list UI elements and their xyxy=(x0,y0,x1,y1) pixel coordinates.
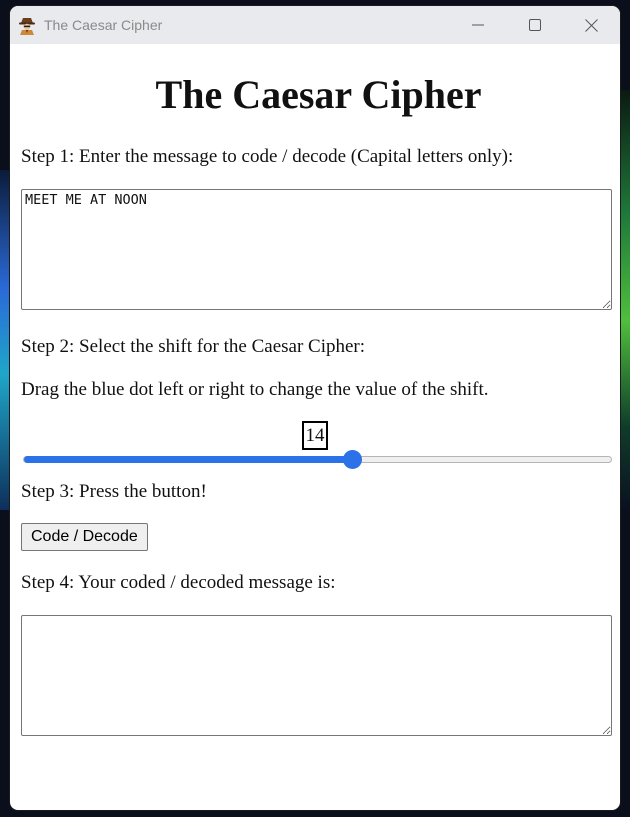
spy-icon xyxy=(16,14,38,36)
step-2-label: Step 2: Select the shift for the Caesar … xyxy=(21,336,366,357)
step-4-label: Step 4: Your coded / decoded message is: xyxy=(21,572,336,593)
app-window: The Caesar Cipher The Caesar Cipher Step… xyxy=(10,6,620,810)
code-decode-button[interactable]: Code / Decode xyxy=(21,523,148,551)
slider-track[interactable] xyxy=(23,456,612,463)
close-button[interactable] xyxy=(563,6,620,44)
step-3-label: Step 3: Press the button! xyxy=(21,481,207,502)
window-controls xyxy=(449,6,620,44)
minimize-button[interactable] xyxy=(449,6,506,44)
maximize-icon xyxy=(528,19,541,31)
step-2-hint: Drag the blue dot left or right to chang… xyxy=(21,379,489,400)
close-icon xyxy=(585,18,598,32)
message-input[interactable] xyxy=(21,189,612,310)
window-title: The Caesar Cipher xyxy=(44,17,163,33)
maximize-button[interactable] xyxy=(506,6,563,44)
slider-thumb[interactable] xyxy=(343,450,363,469)
minimize-icon xyxy=(471,24,484,26)
title-bar[interactable]: The Caesar Cipher xyxy=(10,6,620,44)
step-1-label: Step 1: Enter the message to code / deco… xyxy=(21,146,514,167)
page-content: The Caesar Cipher Step 1: Enter the mess… xyxy=(10,72,620,736)
page-title: The Caesar Cipher xyxy=(155,72,482,117)
output-message[interactable] xyxy=(21,615,612,736)
slider-fill xyxy=(24,456,354,463)
shift-slider[interactable]: 14 xyxy=(21,421,612,483)
shift-value-display: 14 xyxy=(302,421,328,450)
